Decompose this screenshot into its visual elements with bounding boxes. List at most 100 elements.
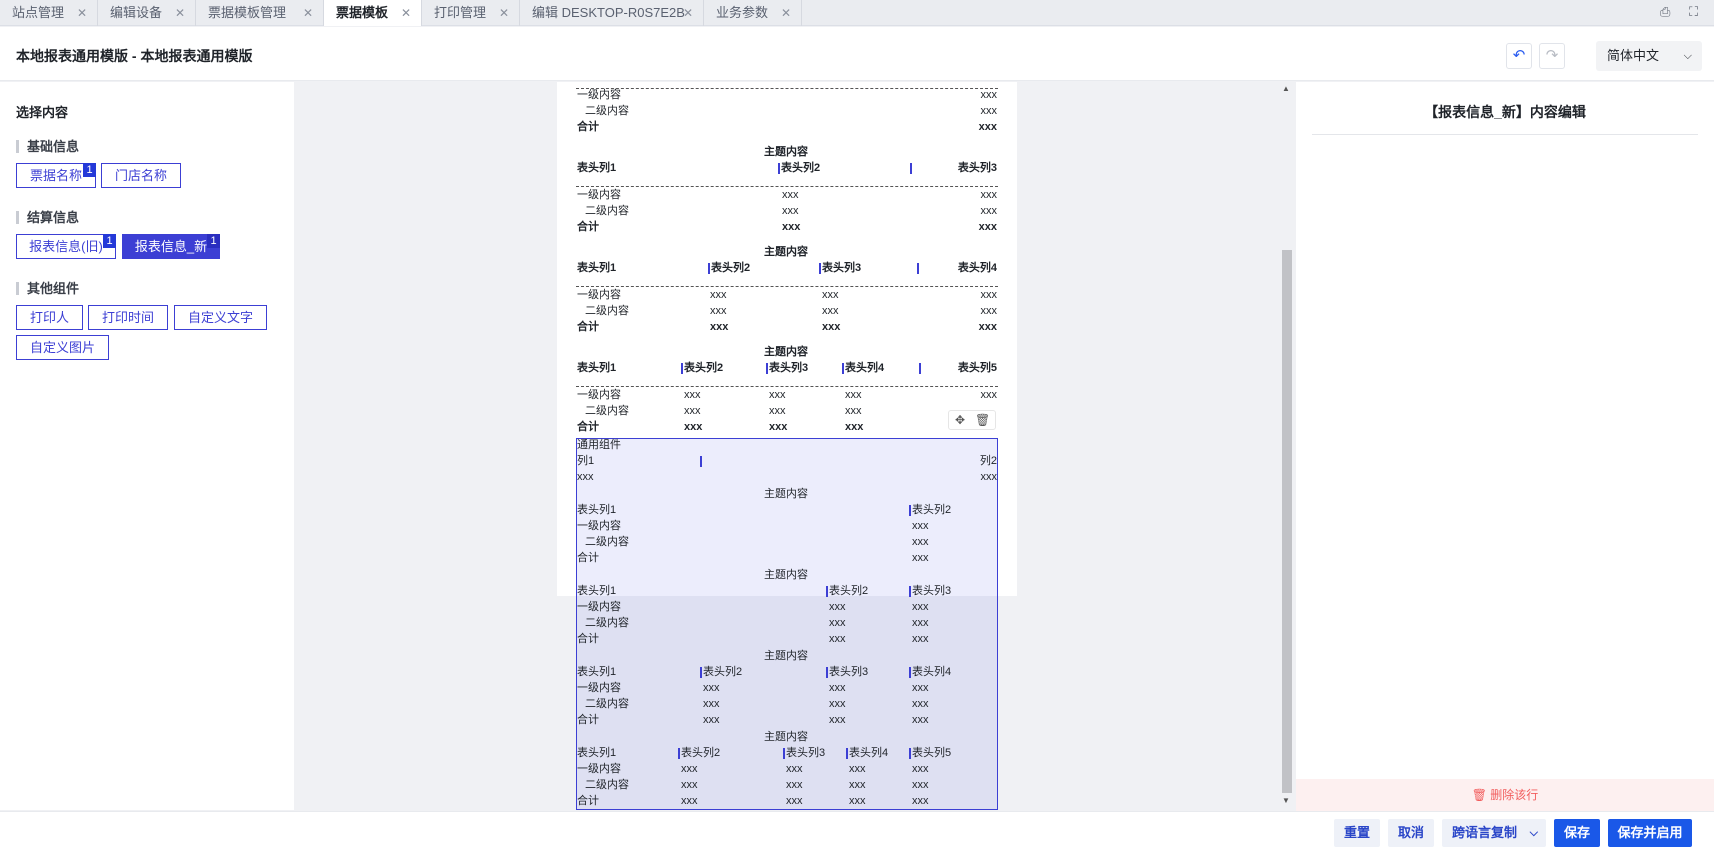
column-resize-handle[interactable] — [708, 263, 710, 274]
column-resize-handle[interactable] — [909, 667, 911, 678]
ticket-text: xxx — [769, 405, 786, 417]
ticket-text: xxx — [829, 682, 846, 694]
ticket-text: xxx — [786, 763, 803, 775]
column-resize-handle[interactable] — [681, 363, 683, 374]
scroll-down-icon[interactable]: ▼ — [1282, 796, 1290, 805]
tab-label: 票据模板管理 — [208, 5, 287, 20]
column-resize-handle[interactable] — [842, 363, 844, 374]
column-resize-handle[interactable] — [846, 748, 848, 759]
tab-label: 编辑设备 — [110, 5, 163, 20]
save-enable-button[interactable]: 保存并启用 — [1608, 819, 1692, 847]
tag-store-name[interactable]: 门店名称 — [101, 163, 181, 188]
canvas-scrollbar[interactable]: ▲ ▼ — [1280, 82, 1293, 810]
column-resize-handle[interactable] — [678, 748, 680, 759]
ticket-text: xxx — [782, 221, 801, 233]
close-icon[interactable]: ✕ — [781, 0, 791, 26]
tag-print-time[interactable]: 打印时间 — [88, 305, 168, 330]
tab-edit-desktop[interactable]: 编辑 DESKTOP-R0S7E2B ✕ — [520, 0, 704, 26]
tab-site-management[interactable]: 站点管理 ✕ — [0, 0, 98, 26]
close-icon[interactable]: ✕ — [401, 0, 411, 26]
column-resize-handle[interactable] — [700, 456, 702, 467]
column-resize-handle[interactable] — [909, 586, 911, 597]
ticket-text: 主题内容 — [764, 346, 808, 358]
column-resize-handle[interactable] — [910, 163, 912, 174]
column-resize-handle[interactable] — [778, 163, 780, 174]
ticket-text: 表头列3 — [822, 262, 862, 274]
ticket-text: xxx — [684, 421, 703, 433]
tab-label: 站点管理 — [12, 5, 65, 20]
ticket-text: xxx — [684, 405, 701, 417]
delete-row-button[interactable]: 🗑 删除该行 — [1296, 779, 1714, 811]
ticket-cell: 列2 — [979, 455, 997, 467]
tag-custom-image[interactable]: 自定义图片 — [16, 335, 109, 360]
ticket-text: 合计 — [577, 221, 599, 233]
tab-ticket-template[interactable]: 票据模板 ✕ — [324, 0, 422, 26]
ticket-cell: xxx — [980, 105, 998, 117]
group-title-settlement: 结算信息 — [16, 211, 79, 224]
close-icon[interactable]: ✕ — [77, 0, 87, 26]
dashed-divider — [576, 186, 998, 187]
column-resize-handle[interactable] — [766, 363, 768, 374]
language-select[interactable]: 简体中文 ⌵ — [1596, 41, 1702, 71]
column-resize-handle[interactable] — [783, 748, 785, 759]
scroll-thumb[interactable] — [1282, 250, 1292, 793]
scroll-up-icon[interactable]: ▲ — [1282, 84, 1290, 93]
move-icon[interactable]: ✥ — [955, 413, 965, 427]
tag-ticket-name[interactable]: 票据名称 1 — [16, 163, 96, 188]
ticket-text: xxx — [912, 536, 929, 548]
delete-row-label: 删除该行 — [1490, 788, 1539, 802]
copy-language-button[interactable]: 跨语言复制 ⌵ — [1442, 819, 1546, 847]
tab-print-management[interactable]: 打印管理 ✕ — [422, 0, 520, 26]
column-resize-handle[interactable] — [819, 263, 821, 274]
ticket-text: 表头列2 — [703, 666, 743, 678]
ticket-cell: xxx — [978, 221, 997, 233]
column-resize-handle[interactable] — [909, 505, 911, 516]
reset-button[interactable]: 重置 — [1334, 819, 1380, 847]
ticket-text: xxx — [845, 389, 862, 401]
ticket-text: xxx — [829, 601, 846, 613]
ticket-text: 二级内容 — [585, 405, 629, 417]
trash-icon[interactable]: 🗑 — [975, 413, 990, 427]
count-badge: 1 — [103, 234, 116, 248]
column-resize-handle[interactable] — [700, 667, 702, 678]
close-icon[interactable]: ✕ — [683, 0, 693, 26]
tag-report-info-old[interactable]: 报表信息(旧) 1 — [16, 234, 116, 259]
fullscreen-icon[interactable]: ⛶ — [1689, 4, 1698, 20]
tag-label: 票据名称 — [29, 168, 82, 183]
dashed-divider — [576, 386, 998, 387]
ticket-text: xxx — [822, 305, 839, 317]
dashed-divider — [576, 286, 998, 287]
ticket-text: 表头列2 — [781, 162, 821, 174]
column-resize-handle[interactable] — [826, 667, 828, 678]
close-icon[interactable]: ✕ — [175, 0, 185, 26]
tag-report-info-new[interactable]: 报表信息_新 1 — [122, 234, 220, 259]
cancel-button[interactable]: 取消 — [1388, 819, 1434, 847]
ticket-text: 表头列2 — [684, 362, 724, 374]
column-resize-handle[interactable] — [917, 263, 919, 274]
tab-template-management[interactable]: 票据模板管理 ✕ — [196, 0, 324, 26]
footer-bar: 重置 取消 跨语言复制 ⌵ 保存 保存并启用 — [0, 811, 1714, 850]
ticket-text: xxx — [912, 795, 929, 807]
close-icon[interactable]: ✕ — [303, 0, 313, 26]
tag-printer[interactable]: 打印人 — [16, 305, 83, 330]
printer-icon[interactable]: ⎙ — [1660, 4, 1670, 20]
ticket-text: 表头列1 — [577, 504, 617, 516]
save-button[interactable]: 保存 — [1554, 819, 1600, 847]
column-resize-handle[interactable] — [909, 748, 911, 759]
ticket-text: xxx — [849, 779, 866, 791]
ticket-text: xxx — [912, 552, 929, 564]
ticket-text: xxx — [782, 189, 799, 201]
column-resize-handle[interactable] — [826, 586, 828, 597]
ticket-cell: xxx — [980, 205, 998, 217]
undo-icon[interactable]: ↶ — [1506, 43, 1532, 69]
close-icon[interactable]: ✕ — [499, 0, 509, 26]
column-resize-handle[interactable] — [919, 363, 921, 374]
ticket-text: xxx — [829, 617, 846, 629]
ticket-text: 列1 — [577, 455, 595, 467]
tab-edit-device[interactable]: 编辑设备 ✕ — [98, 0, 196, 26]
tab-business-params[interactable]: 业务参数 ✕ — [704, 0, 802, 26]
ticket-text: xxx — [845, 421, 864, 433]
redo-icon[interactable]: ↷ — [1539, 43, 1565, 69]
tag-custom-text[interactable]: 自定义文字 — [174, 305, 267, 330]
ticket-text: 二级内容 — [585, 617, 629, 629]
